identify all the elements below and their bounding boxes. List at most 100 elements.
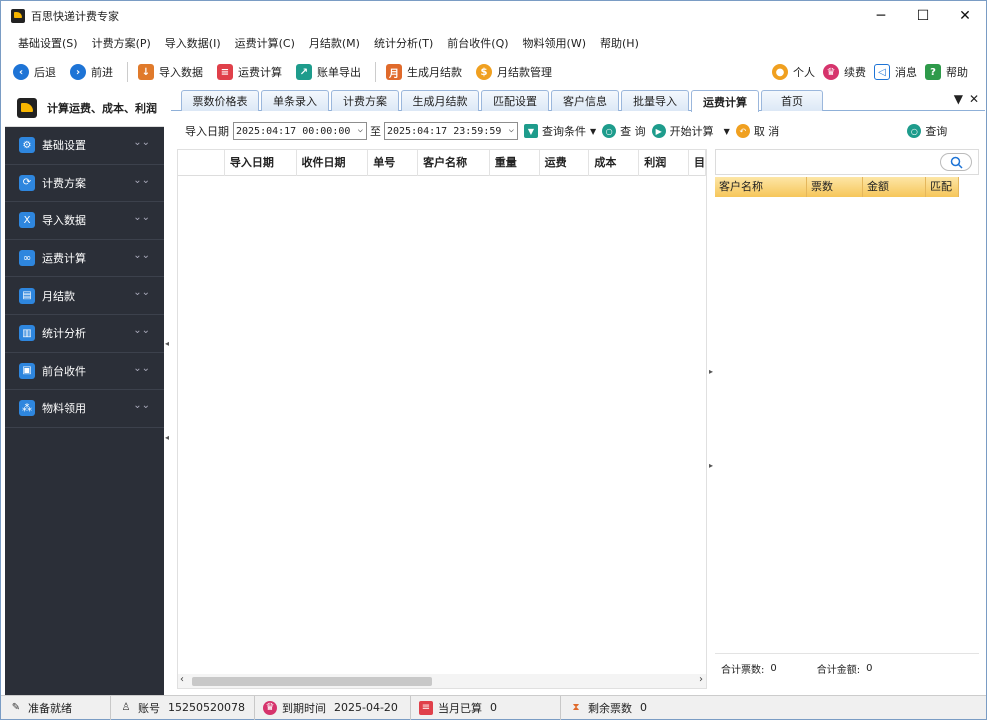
calculator-icon: ≡ — [217, 64, 233, 80]
user-icon: ♙ — [121, 702, 131, 713]
toolbar: ‹ 后退 › 前进 ↓ 导入数据 ≡ 运费计算 ↗ 账单导出 月 生成月结款 $… — [1, 57, 986, 87]
chevron-down-icon: ⌄⌄ — [133, 400, 150, 412]
sidebar: 计算运费、成本、利润 ⚙ 基础设置 ⌄⌄ ⟳ 计费方案 ⌄⌄ X 导入数据 ⌄⌄… — [5, 89, 164, 695]
menu-monthly[interactable]: 月结款(M) — [302, 31, 367, 57]
monthly-management-button[interactable]: $ 月结款管理 — [476, 64, 552, 80]
sidebar-item-statistics[interactable]: ▥ 统计分析 ⌄⌄ — [5, 315, 164, 353]
back-button[interactable]: ‹ 后退 — [13, 64, 56, 80]
calendar-icon: 月 — [386, 64, 402, 80]
tab-generate-monthly[interactable]: 生成月结款 — [401, 90, 479, 111]
grid-col-destination[interactable]: 目的 — [689, 150, 706, 176]
menu-materials[interactable]: 物料领用(W) — [516, 31, 593, 57]
caret-down-icon[interactable]: ▼ — [724, 127, 730, 136]
date-from-picker[interactable]: 2025:04:17 00:00:00 ⌵ — [233, 122, 367, 140]
message-button[interactable]: ◁ 消息 — [874, 64, 917, 80]
sidebar-item-materials[interactable]: ⁂ 物料领用 ⌄⌄ — [5, 390, 164, 428]
customer-summary-panel: 客户名称 票数 金额 匹配 合计票数: 0 合计金额: 0 — [715, 149, 979, 689]
scrollbar-thumb[interactable] — [192, 677, 432, 686]
tab-ticket-price[interactable]: 票数价格表 — [181, 90, 259, 111]
menu-statistics[interactable]: 统计分析(T) — [367, 31, 440, 57]
grid-col-indicator — [178, 150, 225, 176]
menu-freight-calc[interactable]: 运费计算(C) — [228, 31, 302, 57]
help-button[interactable]: ? 帮助 — [925, 64, 968, 80]
summary-col-match[interactable]: 匹配 — [926, 177, 959, 197]
horizontal-scrollbar[interactable]: ‹ › — [178, 674, 706, 688]
status-remaining: ⧗ 剩余票数 0 — [561, 696, 661, 720]
tab-close-icon[interactable]: ✕ — [969, 92, 979, 106]
tab-strip: 票数价格表 单条录入 计费方案 生成月结款 匹配设置 客户信息 批量导入 运费计… — [171, 89, 985, 112]
summary-col-customer[interactable]: 客户名称 — [715, 177, 807, 197]
bill-export-button[interactable]: ↗ 账单导出 — [296, 64, 361, 80]
forward-button[interactable]: › 前进 — [70, 64, 113, 80]
wallet-icon: ▤ — [19, 287, 35, 304]
menu-front-desk[interactable]: 前台收件(Q) — [440, 31, 515, 57]
tab-home[interactable]: 首页 — [761, 90, 823, 111]
tab-customer-info[interactable]: 客户信息 — [551, 90, 619, 111]
splitter-handle[interactable]: ◂ — [165, 339, 169, 348]
cancel-button[interactable]: ↶ 取 消 — [735, 123, 779, 139]
minimize-button[interactable]: ─ — [860, 1, 902, 31]
grid-col-profit[interactable]: 利润 — [639, 150, 690, 176]
splitter-handle[interactable]: ▸ — [709, 461, 713, 470]
grid-col-customer[interactable]: 客户名称 — [418, 150, 490, 176]
freight-grid[interactable]: 导入日期 收件日期 单号 客户名称 重量 运费 成本 利润 目的 ‹ › — [177, 149, 707, 689]
query-conditions-dropdown[interactable]: ▼ 查询条件 ▼ — [524, 123, 596, 139]
renew-button[interactable]: ♛ 续费 — [823, 64, 866, 80]
speaker-icon: ◁ — [874, 64, 890, 80]
chevron-down-icon: ⌄⌄ — [133, 287, 150, 299]
calculator-icon: ≡ — [419, 700, 433, 715]
grid-col-cost[interactable]: 成本 — [589, 150, 640, 176]
status-ready: ✎ 准备就绪 — [1, 695, 111, 720]
import-data-button[interactable]: ↓ 导入数据 — [138, 64, 203, 80]
gear-icon: ⚙ — [19, 137, 35, 154]
tab-match-settings[interactable]: 匹配设置 — [481, 90, 549, 111]
maximize-button[interactable]: ☐ — [902, 1, 944, 31]
summary-col-tickets[interactable]: 票数 — [807, 177, 863, 197]
start-calc-button[interactable]: ▶ 开始计算 ▼ — [651, 123, 730, 139]
sidebar-item-monthly[interactable]: ▤ 月结款 ⌄⌄ — [5, 277, 164, 315]
sidebar-item-import-data[interactable]: X 导入数据 ⌄⌄ — [5, 202, 164, 240]
scroll-right-icon[interactable]: › — [699, 674, 703, 685]
tab-single-entry[interactable]: 单条录入 — [261, 90, 329, 111]
personal-button[interactable]: ● 个人 — [772, 64, 815, 80]
crown-icon: ♛ — [263, 700, 277, 715]
grid-col-weight[interactable]: 重量 — [490, 150, 540, 176]
search-button[interactable] — [940, 153, 972, 171]
tab-freight-calc[interactable]: 运费计算 — [691, 90, 759, 112]
splitter-handle[interactable]: ▸ — [709, 367, 713, 376]
menu-import-data[interactable]: 导入数据(I) — [158, 31, 228, 57]
sidebar-item-freight-calc[interactable]: ∞ 运费计算 ⌄⌄ — [5, 240, 164, 278]
scroll-left-icon[interactable]: ‹ — [180, 674, 184, 685]
customer-search-field[interactable] — [715, 149, 979, 175]
materials-icon: ⁂ — [19, 400, 35, 417]
grid-col-import-date[interactable]: 导入日期 — [225, 150, 297, 176]
tab-batch-import[interactable]: 批量导入 — [621, 90, 689, 111]
search-button[interactable]: ○ 查 询 — [602, 123, 646, 139]
grid-col-tracking-no[interactable]: 单号 — [368, 150, 419, 176]
help-icon: ? — [925, 64, 941, 80]
close-button[interactable]: ✕ — [944, 1, 986, 31]
title-bar: 百思快递计费专家 ─ ☐ ✕ — [1, 1, 986, 31]
splitter-handle[interactable]: ◂ — [165, 433, 169, 442]
box-icon: ▣ — [19, 362, 35, 379]
sidebar-item-basic-settings[interactable]: ⚙ 基础设置 ⌄⌄ — [5, 127, 164, 165]
grid-col-receive-date[interactable]: 收件日期 — [297, 150, 369, 176]
sidebar-item-front-desk[interactable]: ▣ 前台收件 ⌄⌄ — [5, 353, 164, 391]
tab-billing-plan[interactable]: 计费方案 — [331, 90, 399, 111]
menu-basic-settings[interactable]: 基础设置(S) — [11, 31, 85, 57]
sidebar-item-billing-plan[interactable]: ⟳ 计费方案 ⌄⌄ — [5, 165, 164, 203]
grid-col-freight[interactable]: 运费 — [540, 150, 590, 176]
generate-monthly-button[interactable]: 月 生成月结款 — [386, 64, 462, 80]
summary-col-amount[interactable]: 金额 — [863, 177, 926, 197]
menu-help[interactable]: 帮助(H) — [593, 31, 646, 57]
right-search-button[interactable]: ○ 查询 — [907, 123, 947, 139]
arrow-right-icon: › — [70, 64, 86, 80]
freight-calc-button[interactable]: ≡ 运费计算 — [217, 64, 282, 80]
toolbar-divider — [375, 62, 376, 82]
tab-list-dropdown-icon[interactable]: ▼ — [954, 92, 963, 106]
total-amount-value: 0 — [866, 663, 873, 674]
date-to-picker[interactable]: 2025:04:17 23:59:59 ⌵ — [384, 122, 518, 140]
right-search-input[interactable] — [801, 122, 902, 140]
total-amount-label: 合计金额: — [816, 665, 861, 676]
menu-billing-plan[interactable]: 计费方案(P) — [85, 31, 158, 57]
